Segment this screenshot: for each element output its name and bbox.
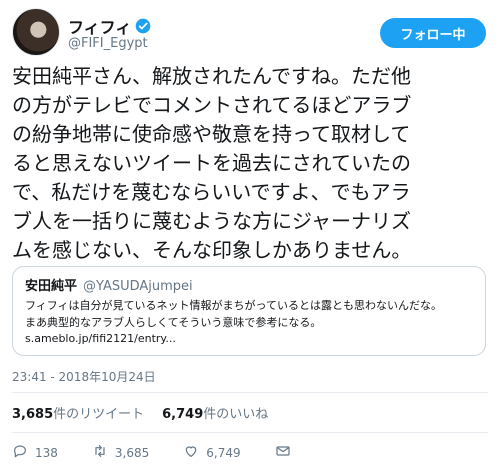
verified-badge-icon [135, 18, 151, 34]
retweets-stat[interactable]: 3,685件のリツイート [12, 403, 144, 422]
tweet-timestamp[interactable]: 23:41 - 2018年10月24日 [12, 368, 156, 385]
reply-button[interactable]: 138 [12, 443, 58, 462]
retweets-stat-label: 件のリツイート [53, 407, 145, 422]
tweet-text: 安田純平さん、解放されたんですね。ただ他 の方がテレビでコメントされてるほどアラ… [12, 64, 412, 262]
quoted-tweet-text: フィフィは自分が見ているネット情報がまちがっているとは露とも思わないんだな。 ま… [25, 299, 443, 329]
likes-stat[interactable]: 6,749件のいいね [162, 403, 268, 422]
engagement-stats: 3,685件のリツイート 6,749件のいいね [12, 403, 268, 422]
tweet-header: フィフィ @FIFI_Egypt フォロー中 [12, 8, 488, 58]
retweet-icon [92, 443, 108, 462]
reply-count: 138 [35, 445, 58, 460]
following-button[interactable]: フォロー中 [380, 18, 486, 48]
likes-stat-label: 件のいいね [203, 407, 269, 422]
avatar[interactable] [12, 8, 60, 56]
quoted-author-name: 安田純平 [25, 279, 78, 294]
tweet-actions: 138 3,685 6,749 [12, 443, 325, 462]
retweet-button[interactable]: 3,685 [92, 443, 149, 462]
quoted-tweet-header: 安田純平 @YASUDAjumpei [25, 275, 473, 294]
quoted-author-handle: @YASUDAjumpei [83, 279, 193, 294]
author-handle[interactable]: @FIFI_Egypt [68, 36, 148, 51]
divider [12, 392, 488, 393]
divider [12, 432, 488, 433]
likes-stat-count: 6,749 [162, 407, 204, 422]
reply-icon [12, 443, 28, 462]
heart-icon [183, 443, 199, 462]
retweets-stat-count: 3,685 [12, 407, 54, 422]
author-display-name[interactable]: フィフィ [68, 14, 131, 38]
direct-message-button[interactable] [275, 443, 291, 462]
quoted-tweet-link[interactable]: s.ameblo.jp/fifi2121/entry... [25, 331, 473, 347]
envelope-icon [275, 443, 291, 462]
retweet-count: 3,685 [114, 445, 150, 460]
author-name-row: フィフィ [68, 14, 151, 38]
like-button[interactable]: 6,749 [183, 443, 241, 462]
quoted-tweet[interactable]: 安田純平 @YASUDAjumpei フィフィは自分が見ているネット情報がまちが… [12, 266, 486, 356]
like-count: 6,749 [206, 445, 241, 460]
